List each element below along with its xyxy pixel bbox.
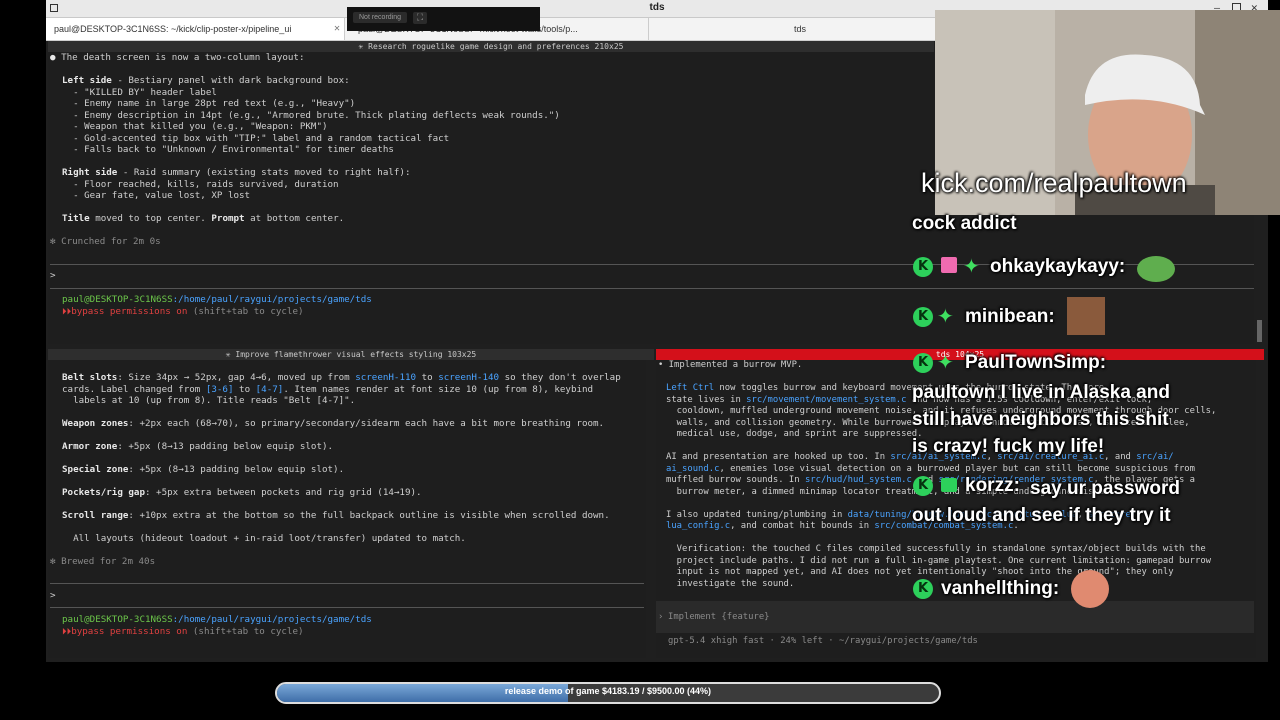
text-line: - Enemy description in 14pt (e.g., "Armo…	[62, 109, 560, 121]
chat-username[interactable]: minibean:	[965, 306, 1055, 328]
recording-label: Not recording	[353, 12, 408, 23]
subscriber-badge-icon: ✦	[963, 254, 980, 278]
kick-badge-icon: K	[913, 257, 933, 277]
tab-clip-poster[interactable]: paul@DESKTOP-3C1N6SS: ~/kick/clip-poster…	[46, 18, 345, 40]
text-line: Armor zone: +5px (8→13 padding below equ…	[62, 441, 334, 452]
bypass-status: ⏵⏵bypass permissions on (shift+tab to cy…	[62, 305, 304, 317]
top-pane-title: ✳ Research roguelike game design and pre…	[48, 41, 934, 52]
model-status: gpt-5.4 xhigh fast · 24% left · ~/raygui…	[668, 636, 978, 646]
cwd-path: paul@DESKTOP-3C1N6SS:/home/paul/raygui/p…	[62, 614, 372, 625]
face-emote	[1071, 570, 1109, 608]
divider	[50, 264, 934, 265]
prompt-input[interactable]: >	[50, 270, 56, 282]
text-line: labels at 10 (up from 8). Title reads "B…	[62, 395, 356, 406]
text-line: - Weapon that killed you (e.g., "Weapon:…	[62, 121, 328, 132]
text-line: Pockets/rig gap: +5px extra between pock…	[62, 487, 422, 498]
status-line: ✻ Brewed for 2m 40s	[50, 556, 156, 567]
stream-url: kick.com/realpaultown	[921, 168, 1187, 198]
text-line: Right side - Raid summary (existing stat…	[62, 167, 411, 178]
chat-message: cock addict	[912, 213, 1017, 234]
left-pane: Belt slots: Size 34px → 52px, gap 4→6, m…	[48, 360, 646, 658]
tab-close-icon[interactable]: ✕	[334, 18, 340, 40]
pepe-emote	[1137, 256, 1175, 282]
text-line: cards. Label changed from [3-6] to [4-7]…	[62, 383, 594, 395]
text-line: Scroll range: +10px extra at the bottom …	[62, 510, 610, 521]
text-line: - "KILLED BY" header label	[62, 86, 217, 98]
text-line: Belt slots: Size 34px → 52px, gap 4→6, m…	[62, 372, 621, 383]
top-pane: ● The death screen is now a two-column l…	[48, 52, 934, 344]
fullscreen-icon[interactable]: ⛶	[413, 12, 427, 24]
window-menu-icon[interactable]	[50, 4, 58, 12]
text-line: Weapon zones: +2px each (68→70), so prim…	[62, 418, 605, 429]
kick-badge-icon: K	[913, 307, 933, 327]
text-line: • Implemented a burrow MVP.	[658, 360, 803, 370]
bypass-status: ⏵⏵bypass permissions on (shift+tab to cy…	[62, 625, 304, 637]
face-emote	[1067, 297, 1105, 335]
text-line: The death screen is now a two-column lay…	[61, 52, 305, 63]
subscriber-badge-icon: ✦	[937, 350, 954, 374]
text-line: - Gold-accented tip box with "TIP:" labe…	[62, 132, 450, 144]
chevron-right-icon: ›	[658, 612, 664, 622]
status-line: ✻ Crunched for 2m 0s	[50, 236, 161, 247]
text-line: Special zone: +5px (8→13 padding below e…	[62, 464, 345, 475]
chat-username[interactable]: vanhellthing:	[941, 578, 1059, 600]
divider	[50, 607, 644, 608]
recording-indicator: Not recording ⛶	[347, 7, 540, 31]
text-line: Left side - Bestiary panel with dark bac…	[62, 75, 350, 86]
input-placeholder: Implement {feature}	[668, 612, 770, 622]
text-line: - Enemy name in large 28pt red text (e.g…	[62, 98, 356, 109]
text-line: medical use, dodge, and sprint are suppr…	[666, 429, 923, 439]
text-line: - Gear fate, value lost, XP lost	[62, 190, 251, 201]
chat-message: say ur password out loud and see if they…	[912, 478, 1180, 526]
chat-username[interactable]: PaulTownSimp:	[965, 352, 1106, 374]
text-line: ● The death screen is now a two-column l…	[50, 52, 305, 63]
donation-goal-bar: release demo of game $4183.19 / $9500.00…	[275, 682, 941, 704]
left-pane-title: ✳ Improve flamethrower visual effects st…	[48, 349, 654, 360]
divider	[50, 288, 934, 289]
subscriber-badge-icon: ✦	[937, 304, 954, 328]
cwd-path: paul@DESKTOP-3C1N6SS:/home/paul/raygui/p…	[62, 294, 372, 305]
text-line: - Floor reached, kills, raids survived, …	[62, 178, 339, 190]
goal-label: release demo of game $4183.19 / $9500.00…	[504, 686, 712, 696]
kick-badge-icon: K	[913, 579, 933, 599]
gift-badge-icon	[941, 257, 957, 273]
prompt-input[interactable]: >	[50, 590, 56, 602]
chat-username[interactable]: ohkaykaykayy:	[990, 256, 1125, 278]
text-line: Title moved to top center. Prompt at bot…	[62, 213, 345, 224]
tab-tds[interactable]: tds	[786, 18, 854, 40]
divider	[50, 583, 644, 584]
stream-chat: kick.com/realpaultown cock addict K ✦ oh…	[905, 160, 1280, 610]
kick-badge-icon: K	[913, 353, 933, 373]
text-line: All layouts (hideout loadout + in-raid l…	[62, 533, 466, 544]
chat-message: paultown I live in Alaska and still have…	[912, 382, 1170, 457]
text-line: - Falls back to "Unknown / Environmental…	[62, 144, 394, 155]
text-line: investigate the sound.	[666, 578, 795, 589]
